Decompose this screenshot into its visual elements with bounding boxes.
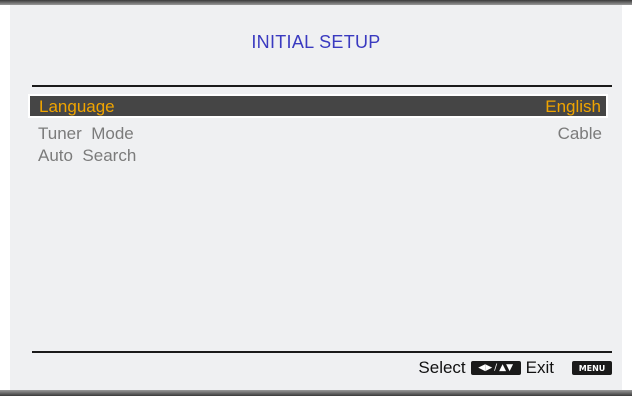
menu-item-label: Tuner Mode [38,124,134,143]
menu-title: INITIAL SETUP [251,32,381,52]
footer-hints: Select ◀▶ / ▲▼ Exit MENU [418,355,612,381]
left-right-up-down-arrows-icon: ◀▶ / ▲▼ [470,361,521,375]
menu-item-label: Language [39,97,115,116]
divider-top [32,85,612,87]
menu-item-label: Auto Search [38,146,137,165]
menu-item-auto-search[interactable]: Auto Search [28,144,608,168]
tv-screen: INITIAL SETUP Language English Tuner Mod… [0,0,632,396]
menu-key-icon: MENU [572,361,612,375]
divider-bottom [32,351,612,353]
menu-item-value: Cable [557,124,602,143]
exit-hint-label: Exit [525,358,554,377]
bottom-bezel [0,390,632,396]
menu-item-tuner-mode[interactable]: Tuner Mode Cable [28,122,608,146]
menu-item-value: English [545,97,601,116]
initial-setup-panel: INITIAL SETUP Language English Tuner Mod… [10,5,622,390]
menu-item-language[interactable]: Language English [28,94,608,118]
select-hint-label: Select [418,358,466,377]
